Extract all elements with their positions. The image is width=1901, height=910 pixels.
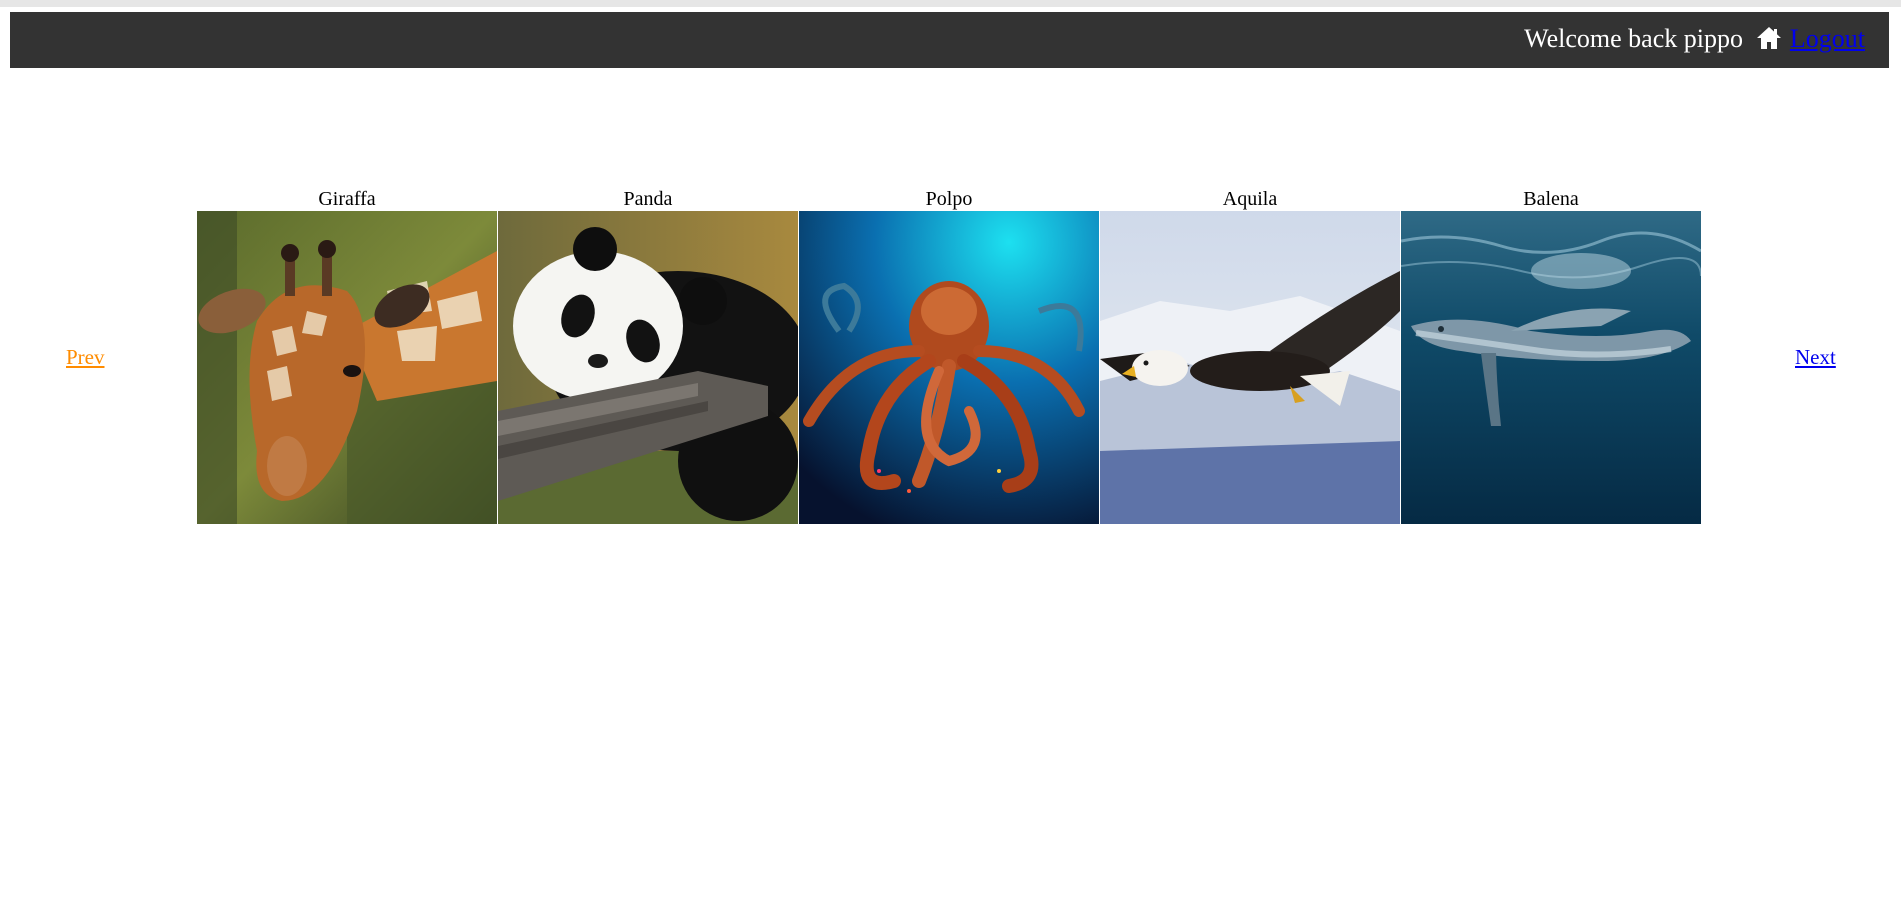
gallery-item: Panda [498, 188, 798, 524]
gallery-caption: Polpo [925, 188, 973, 210]
next-link[interactable]: Next [1795, 345, 1836, 369]
image-gallery: Giraffa Panda Polpo Aquila Balena [197, 188, 1702, 524]
welcome-message: Welcome back pippo [1524, 24, 1743, 53]
gallery-caption: Panda [623, 188, 673, 210]
octopus-image[interactable] [799, 211, 1099, 524]
gallery-caption: Giraffa [318, 188, 376, 210]
gallery-item: Giraffa [197, 188, 497, 524]
gallery-caption: Balena [1523, 188, 1579, 210]
giraffe-image[interactable] [197, 211, 497, 524]
top-border [0, 0, 1901, 7]
gallery-item: Balena [1401, 188, 1701, 524]
logout-link[interactable]: Logout [1790, 24, 1865, 54]
header-bar: Welcome back pippo Logout [10, 12, 1889, 68]
gallery-caption: Aquila [1222, 188, 1278, 210]
whale-image[interactable] [1401, 211, 1701, 524]
gallery-item: Polpo [799, 188, 1099, 524]
gallery-item: Aquila [1100, 188, 1400, 524]
eagle-image[interactable] [1100, 211, 1400, 524]
home-icon[interactable] [1756, 26, 1782, 50]
panda-image[interactable] [498, 211, 798, 524]
prev-link[interactable]: Prev [66, 345, 105, 369]
